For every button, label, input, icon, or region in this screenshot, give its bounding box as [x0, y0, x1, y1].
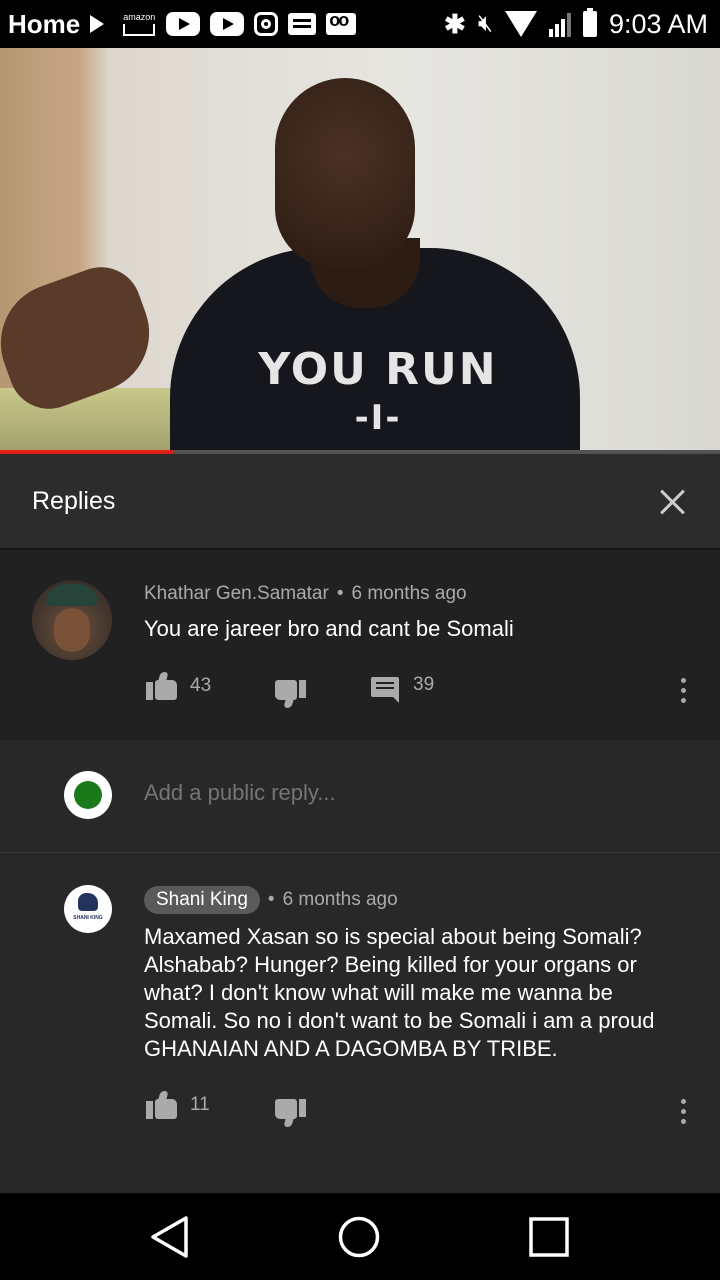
- thumbs-up-icon[interactable]: [146, 672, 178, 700]
- avatar[interactable]: [32, 580, 112, 660]
- thumbs-down-icon[interactable]: [274, 1099, 306, 1127]
- youtube-icon-2: [210, 12, 245, 36]
- add-reply-row: [0, 740, 720, 853]
- youtube-icon: [166, 12, 201, 36]
- back-icon[interactable]: [148, 1215, 192, 1264]
- navigation-bar: [0, 1193, 720, 1280]
- home-icon[interactable]: [337, 1215, 381, 1264]
- comment-text: You are jareer bro and cant be Somali: [144, 616, 514, 641]
- like-count: 11: [190, 1094, 210, 1115]
- mute-icon: 🔇︎: [477, 10, 493, 37]
- avatar[interactable]: [64, 885, 112, 933]
- comment-actions: 43: [146, 672, 211, 700]
- shirt-print: YOU RUN -I-: [258, 344, 498, 439]
- comment-actions: 11: [146, 1091, 210, 1119]
- more-options-icon[interactable]: [681, 678, 687, 704]
- my-avatar: [64, 771, 112, 819]
- thumbs-down-icon[interactable]: [274, 680, 306, 708]
- comment-meta: Shani King • 6 months ago: [144, 886, 398, 914]
- more-options-icon[interactable]: [681, 1099, 687, 1125]
- video-person-head: [275, 78, 415, 268]
- comment-meta: Khathar Gen.Samatar • 6 months ago: [144, 583, 467, 604]
- status-bar: Home amazon ✱ 🔇︎ 9:03 AM: [0, 0, 720, 48]
- status-app-label: Home: [8, 8, 81, 39]
- replies-title: Replies: [32, 487, 116, 515]
- wifi-icon: [504, 11, 537, 37]
- amazon-icon: amazon: [122, 12, 156, 36]
- close-icon[interactable]: [650, 480, 694, 524]
- play-icon: [90, 15, 105, 33]
- parent-comment: Khathar Gen.Samatar • 6 months ago You are…: [0, 550, 720, 738]
- recent-apps-icon[interactable]: [527, 1215, 571, 1264]
- comment-author-chip[interactable]: Shani King: [144, 886, 260, 914]
- comment-text: Maxamed Xasan so is special about being …: [144, 924, 655, 1061]
- status-time: 9:03 AM: [608, 8, 708, 39]
- voicemail-icon: [326, 10, 357, 35]
- message-icon: [288, 13, 317, 35]
- comment-time: 6 months ago: [351, 583, 467, 604]
- battery-icon: [582, 8, 597, 37]
- video-player[interactable]: YOU RUN -I-: [0, 48, 720, 450]
- reply-comment: Shani King•6 months ago Maxamed Xasan so…: [0, 853, 720, 1193]
- reply-input[interactable]: [144, 780, 684, 806]
- reply-icon[interactable]: [371, 677, 399, 703]
- like-count: 43: [190, 675, 212, 696]
- dislike-action: [274, 1099, 306, 1127]
- signal-icon: [548, 11, 571, 37]
- replies-header: Replies: [0, 454, 720, 548]
- bluetooth-icon: ✱: [444, 8, 466, 39]
- comment-author[interactable]: Khathar Gen.Samatar: [144, 583, 329, 604]
- reply-count: 39: [413, 674, 435, 695]
- thumbs-up-icon[interactable]: [146, 1091, 178, 1119]
- comment-time: 6 months ago: [282, 889, 398, 910]
- reply-action: 39: [371, 674, 435, 703]
- dislike-action: [274, 680, 306, 708]
- instagram-icon: [254, 12, 279, 36]
